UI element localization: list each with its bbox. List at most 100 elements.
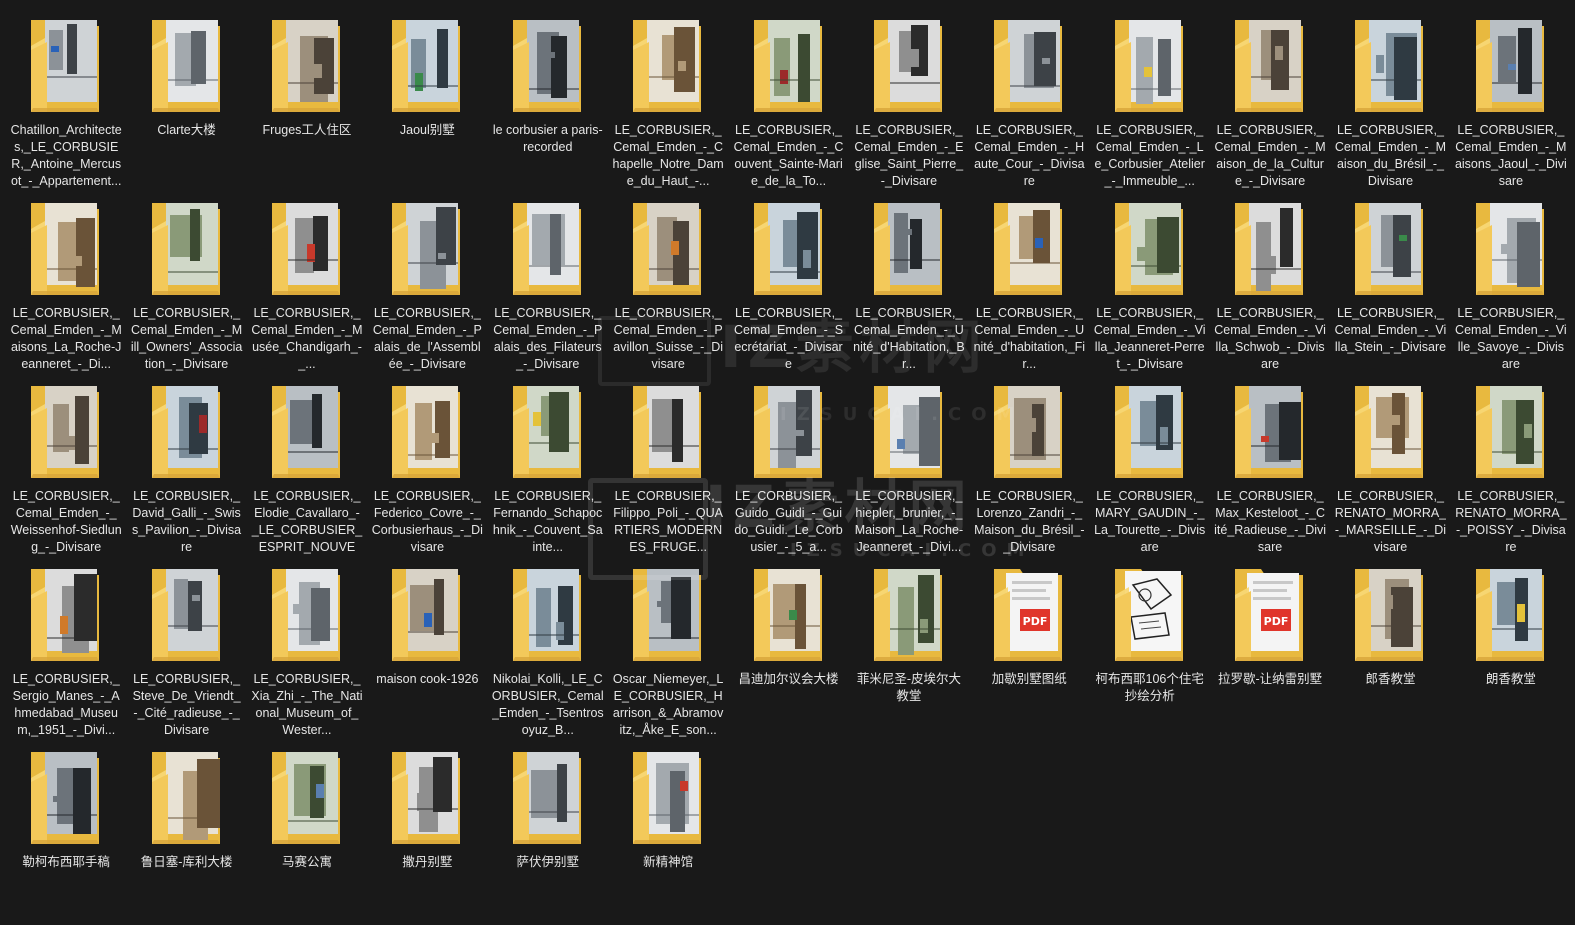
folder-item[interactable]: LE_CORBUSIER,_Cemal_Emden_-_Maisons_Jaou… bbox=[1451, 10, 1571, 193]
folder-item[interactable]: LE_CORBUSIER,_hiepler,_brunier,_-_Maison… bbox=[849, 376, 969, 559]
folder-name: Jaoul别墅 bbox=[399, 123, 455, 137]
folder-item[interactable]: LE_CORBUSIER,_Cemal_Emden_-_Palais_de_l'… bbox=[367, 193, 487, 376]
folder-icon bbox=[629, 748, 707, 848]
folder-name: LE_CORBUSIER,_David_Galli_-_Swiss_Pavili… bbox=[132, 489, 242, 554]
folder-icon bbox=[629, 565, 707, 665]
folder-icon bbox=[148, 748, 226, 848]
folder-item[interactable]: Fruges工人住区 bbox=[247, 10, 367, 193]
folder-item[interactable]: LE_CORBUSIER,_Cemal_Emden_-_Secrétariat_… bbox=[728, 193, 848, 376]
folder-item[interactable]: 郎香教堂 bbox=[1330, 559, 1450, 742]
folder-item[interactable]: Jaoul别墅 bbox=[367, 10, 487, 193]
folder-item[interactable]: LE_CORBUSIER,_RENATO_MORRA_-_POISSY_-_Di… bbox=[1451, 376, 1571, 559]
folder-item[interactable]: LE_CORBUSIER,_Cemal_Emden_-_Pavillon_Sui… bbox=[608, 193, 728, 376]
folder-item[interactable]: 朗香教堂 bbox=[1451, 559, 1571, 742]
folder-icon-graphic bbox=[753, 569, 822, 661]
folder-name: maison cook-1926 bbox=[376, 672, 479, 686]
folder-item[interactable]: LE_CORBUSIER,_Steve_De_Vriendt_-_Cité_ra… bbox=[126, 559, 246, 742]
folder-item[interactable]: LE_CORBUSIER,_Cemal_Emden_-_Haute_Cour_-… bbox=[969, 10, 1089, 193]
folder-item[interactable]: LE_CORBUSIER,_Elodie_Cavallaro_-_LE_CORB… bbox=[247, 376, 367, 559]
folder-item[interactable]: LE_CORBUSIER,_David_Galli_-_Swiss_Pavili… bbox=[126, 376, 246, 559]
folder-icon-graphic bbox=[633, 20, 702, 112]
folder-item[interactable]: LE_CORBUSIER,_Xia_Zhi_-_The_National_Mus… bbox=[247, 559, 367, 742]
folder-icon-graphic bbox=[753, 386, 822, 478]
folder-item[interactable]: LE_CORBUSIER,_Cemal_Emden_-_Maisons_La_R… bbox=[6, 193, 126, 376]
folder-item[interactable]: LE_CORBUSIER,_Cemal_Emden_-_Musée_Chandi… bbox=[247, 193, 367, 376]
folder-item[interactable]: 鲁日塞-库利大楼 bbox=[126, 742, 246, 925]
folder-icon bbox=[870, 382, 948, 482]
folder-item[interactable]: LE_CORBUSIER,_Max_Kesteloot_-_Cité_Radie… bbox=[1210, 376, 1330, 559]
folder-icon-graphic bbox=[753, 203, 822, 295]
folder-name: 新精神馆 bbox=[643, 855, 694, 869]
folder-item[interactable]: LE_CORBUSIER,_Cemal_Emden_-_Unité_d'habi… bbox=[969, 193, 1089, 376]
folder-icon-graphic bbox=[753, 20, 822, 112]
folder-icon bbox=[509, 16, 587, 116]
folder-icon bbox=[990, 199, 1068, 299]
folder-name: LE_CORBUSIER,_Cemal_Emden_-_Villa_Jeanne… bbox=[1093, 306, 1206, 371]
folder-item[interactable]: LE_CORBUSIER,_Cemal_Emden_-_Eglise_Saint… bbox=[849, 10, 969, 193]
folder-item[interactable]: PDF 加歇别墅图纸 bbox=[969, 559, 1089, 742]
folder-item[interactable]: LE_CORBUSIER,_Filippo_Poli_-_QUARTIERS_M… bbox=[608, 376, 728, 559]
folder-name: LE_CORBUSIER,_Xia_Zhi_-_The_National_Mus… bbox=[251, 672, 363, 737]
folder-item[interactable]: Chatillon_Architectes,_LE_CORBUSIER,_Ant… bbox=[6, 10, 126, 193]
folder-icon bbox=[629, 199, 707, 299]
folder-item[interactable]: LE_CORBUSIER,_Cemal_Emden_-_Weissenhof-S… bbox=[6, 376, 126, 559]
folder-item[interactable]: LE_CORBUSIER,_Lorenzo_Zandri_-_Maison_du… bbox=[969, 376, 1089, 559]
folder-icon-graphic bbox=[392, 203, 461, 295]
folder-name: LE_CORBUSIER,_Cemal_Emden_-_Secrétariat_… bbox=[733, 306, 844, 371]
folder-item[interactable]: LE_CORBUSIER,_Cemal_Emden_-_Mill_Owners'… bbox=[126, 193, 246, 376]
folder-item[interactable]: LE_CORBUSIER,_Cemal_Emden_-_Ville_Savoye… bbox=[1451, 193, 1571, 376]
folder-name: 勒柯布西耶手稿 bbox=[22, 855, 110, 869]
folder-item[interactable]: LE_CORBUSIER,_Cemal_Emden_-_Villa_Stein_… bbox=[1330, 193, 1450, 376]
folder-item[interactable]: Nikolai_Kolli,_LE_CORBUSIER,_Cemal_Emden… bbox=[488, 559, 608, 742]
folder-item[interactable]: LE_CORBUSIER,_Cemal_Emden_-_Villa_Schwob… bbox=[1210, 193, 1330, 376]
folder-name: LE_CORBUSIER,_Elodie_Cavallaro_-_LE_CORB… bbox=[251, 489, 363, 554]
folder-item[interactable]: LE_CORBUSIER,_Fernando_Schapochnik_-_Cou… bbox=[488, 376, 608, 559]
folder-name: Fruges工人住区 bbox=[262, 123, 352, 137]
folder-icon-graphic bbox=[1475, 203, 1544, 295]
folder-item[interactable]: maison cook-1926 bbox=[367, 559, 487, 742]
folder-item[interactable]: 萨伏伊别墅 bbox=[488, 742, 608, 925]
folder-item[interactable]: LE_CORBUSIER,_Cemal_Emden_-_Maison_du_Br… bbox=[1330, 10, 1450, 193]
folder-icon-graphic bbox=[873, 386, 942, 478]
folder-icon bbox=[27, 382, 105, 482]
folder-item[interactable]: PDF 拉罗歇-让纳雷别墅 bbox=[1210, 559, 1330, 742]
folder-icon-graphic bbox=[31, 203, 100, 295]
folder-item[interactable]: Oscar_Niemeyer,_LE_CORBUSIER,_Harrison_&… bbox=[608, 559, 728, 742]
folder-icon bbox=[1351, 199, 1429, 299]
folder-item[interactable]: LE_CORBUSIER,_Federico_Covre_-_Corbusier… bbox=[367, 376, 487, 559]
folder-item[interactable]: LE_CORBUSIER,_Cemal_Emden_-_Unité_d'Habi… bbox=[849, 193, 969, 376]
folder-icon-graphic: PDF bbox=[994, 569, 1063, 661]
folder-name: Oscar_Niemeyer,_LE_CORBUSIER,_Harrison_&… bbox=[612, 672, 724, 737]
folder-icon-graphic bbox=[1114, 569, 1183, 661]
folder-item[interactable]: le corbusier a paris-recorded bbox=[488, 10, 608, 193]
folder-item[interactable]: LE_CORBUSIER,_Cemal_Emden_-_Palais_des_F… bbox=[488, 193, 608, 376]
folder-item[interactable]: LE_CORBUSIER,_Guido_Guidi_-_Guido_Guidi.… bbox=[728, 376, 848, 559]
folder-name: LE_CORBUSIER,_Cemal_Emden_-_Eglise_Saint… bbox=[854, 123, 964, 188]
folder-icon-graphic bbox=[1355, 569, 1424, 661]
folder-icon-graphic bbox=[151, 203, 220, 295]
folder-item[interactable]: 昌迪加尔议会大楼 bbox=[728, 559, 848, 742]
folder-item[interactable]: 新精神馆 bbox=[608, 742, 728, 925]
folder-icon-graphic bbox=[1235, 386, 1304, 478]
folder-item[interactable]: 马赛公寓 bbox=[247, 742, 367, 925]
folder-item[interactable]: LE_CORBUSIER,_Cemal_Emden_-_Le_Corbusier… bbox=[1090, 10, 1210, 193]
folder-icon bbox=[1111, 565, 1189, 665]
folder-icon bbox=[268, 748, 346, 848]
folder-icon bbox=[509, 748, 587, 848]
folder-item[interactable]: LE_CORBUSIER,_MARY_GAUDIN_-_La_Tourette_… bbox=[1090, 376, 1210, 559]
folder-name: 鲁日塞-库利大楼 bbox=[140, 855, 233, 869]
folder-icon bbox=[1472, 16, 1550, 116]
folder-item[interactable]: LE_CORBUSIER,_Cemal_Emden_-_Chapelle_Not… bbox=[608, 10, 728, 193]
folder-icon bbox=[1111, 16, 1189, 116]
folder-item[interactable]: 撒丹别墅 bbox=[367, 742, 487, 925]
folder-item[interactable]: LE_CORBUSIER,_RENATO_MORRA_-_MARSEILLE_-… bbox=[1330, 376, 1450, 559]
folder-item[interactable]: Clarte大楼 bbox=[126, 10, 246, 193]
folder-item[interactable]: 菲米尼圣-皮埃尔大教堂 bbox=[849, 559, 969, 742]
folder-item[interactable]: LE_CORBUSIER,_Sergio_Manes_-_Ahmedabad_M… bbox=[6, 559, 126, 742]
folder-icon bbox=[27, 199, 105, 299]
folder-item[interactable]: LE_CORBUSIER,_Cemal_Emden_-_Villa_Jeanne… bbox=[1090, 193, 1210, 376]
folder-item[interactable]: 柯布西耶106个住宅抄绘分析 bbox=[1090, 559, 1210, 742]
folder-item[interactable]: LE_CORBUSIER,_Cemal_Emden_-_Couvent_Sain… bbox=[728, 10, 848, 193]
folder-item[interactable]: LE_CORBUSIER,_Cemal_Emden_-_Maison_de_la… bbox=[1210, 10, 1330, 193]
folder-item[interactable]: 勒柯布西耶手稿 bbox=[6, 742, 126, 925]
